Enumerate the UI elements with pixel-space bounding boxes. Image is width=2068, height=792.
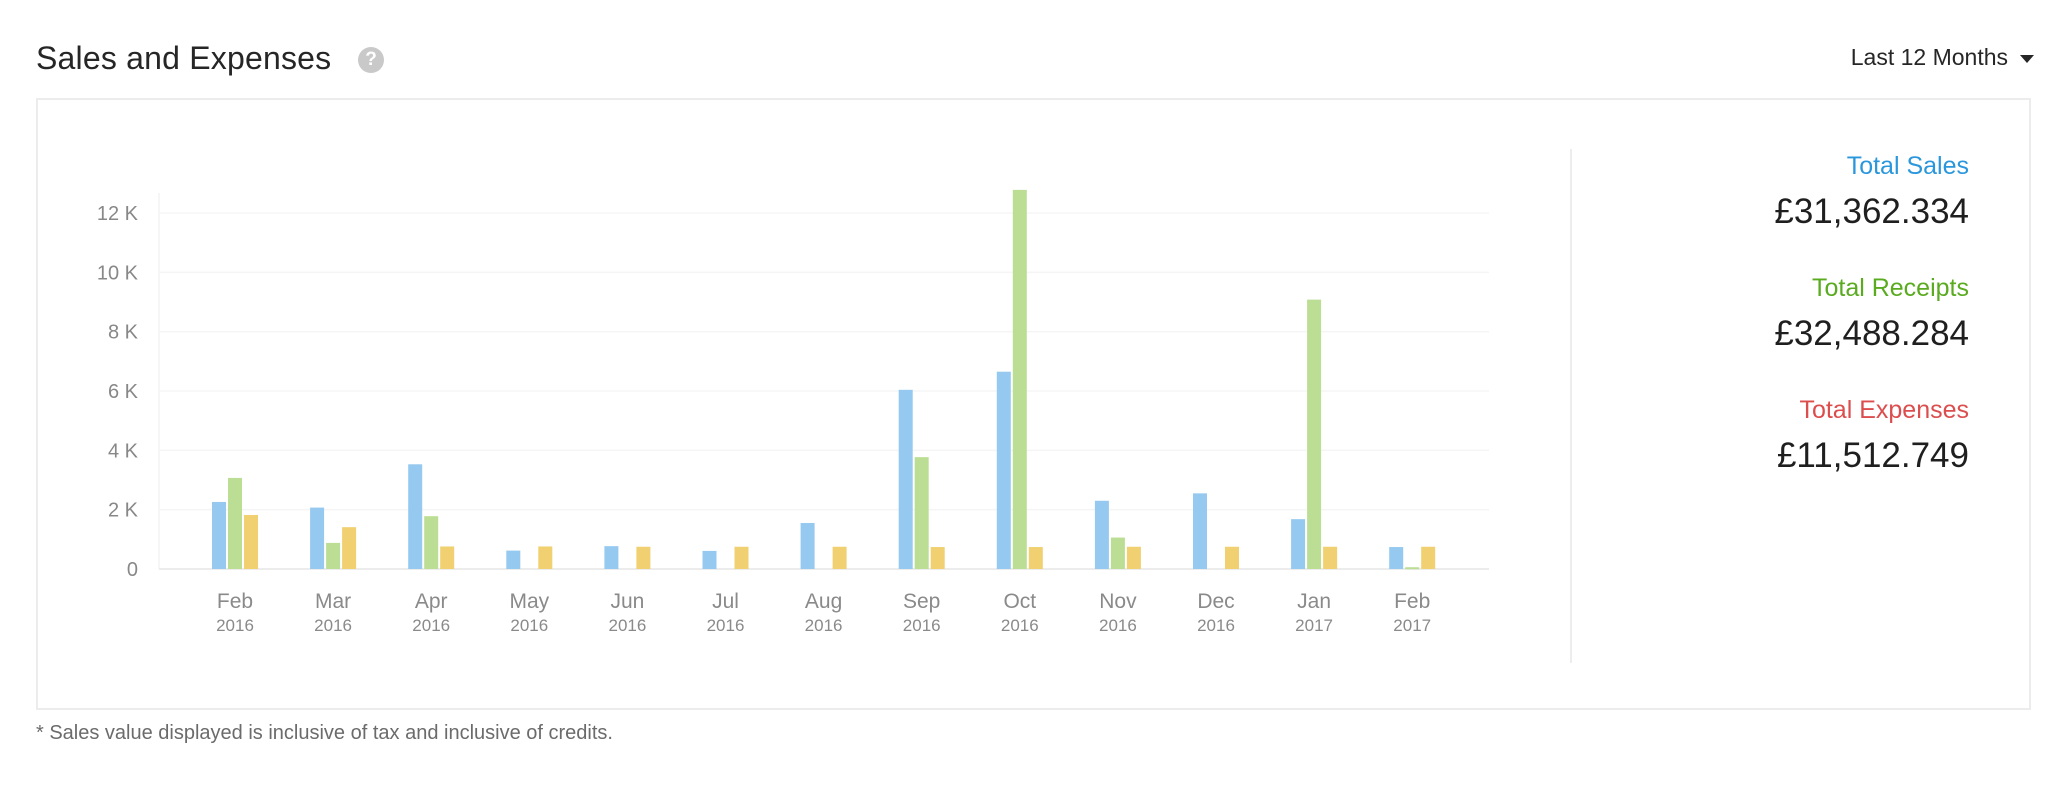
x-tick-year: 2016 <box>707 616 745 635</box>
bar-sales <box>212 501 226 569</box>
bar-receipts <box>424 516 439 569</box>
bar-receipts <box>1110 537 1125 569</box>
x-tick-month: Feb <box>217 590 253 613</box>
x-tick-month: Jun <box>610 590 644 613</box>
bar-expenses <box>440 546 455 569</box>
x-tick-month: Jan <box>1297 590 1331 613</box>
bar-expenses <box>244 515 258 569</box>
x-tick-year: 2016 <box>412 616 450 635</box>
total-expenses-label: Total Expenses <box>1799 396 1969 424</box>
x-tick-year: 2016 <box>510 616 548 635</box>
x-tick-month: Oct <box>1003 590 1036 613</box>
x-tick-year: 2016 <box>216 616 254 635</box>
bar-sales <box>898 389 913 569</box>
bar-expenses <box>1028 547 1043 569</box>
y-tick-label: 12 K <box>97 203 139 225</box>
total-sales-label: Total Sales <box>1846 152 1969 180</box>
caret-down-icon <box>2020 55 2034 63</box>
total-receipts-value: £32,488.284 <box>1774 314 1969 353</box>
x-tick-year: 2016 <box>314 616 352 635</box>
bar-expenses <box>1421 546 1436 569</box>
bar-sales <box>800 523 815 569</box>
total-expenses-value: £11,512.749 <box>1776 436 1969 475</box>
bar-sales <box>702 550 717 569</box>
bar-receipts <box>1307 299 1322 569</box>
bar-receipts <box>1012 189 1027 570</box>
x-tick-month: May <box>509 590 549 613</box>
footnote: * Sales value displayed is inclusive of … <box>36 722 613 744</box>
total-receipts: Total Receipts £32,488.284 <box>1774 272 1969 358</box>
x-tick-month: Sep <box>903 590 940 613</box>
x-tick-year: 2016 <box>608 616 646 635</box>
x-tick-year: 2017 <box>1393 616 1431 635</box>
y-tick-label: 0 <box>127 559 138 581</box>
total-receipts-label: Total Receipts <box>1811 274 1969 302</box>
bar-expenses <box>1323 546 1338 569</box>
date-range-dropdown[interactable]: Last 12 Months <box>1851 44 2034 71</box>
x-tick-year: 2016 <box>903 616 941 635</box>
bar-expenses <box>1126 546 1141 569</box>
bar-expenses <box>342 527 357 569</box>
total-sales: Total Sales £31,362.334 <box>1774 150 1969 236</box>
bar-receipts <box>1405 567 1420 570</box>
bar-expenses <box>1225 546 1239 569</box>
date-range-selected: Last 12 Months <box>1850 44 2008 70</box>
x-tick-year: 2016 <box>1197 616 1235 635</box>
bar-receipts <box>326 542 341 569</box>
x-tick-month: Feb <box>1394 590 1430 613</box>
x-tick-year: 2016 <box>805 616 843 635</box>
x-tick-month: Mar <box>315 590 351 613</box>
y-tick-label: 10 K <box>97 262 139 284</box>
y-tick-label: 6 K <box>108 381 139 403</box>
bar-sales <box>996 371 1011 569</box>
bar-sales <box>1094 500 1109 569</box>
bar-expenses <box>636 546 651 569</box>
y-tick-label: 8 K <box>108 322 139 344</box>
x-tick-month: Nov <box>1099 590 1137 613</box>
total-sales-value: £31,362.334 <box>1774 192 1969 231</box>
bar-sales <box>604 546 619 569</box>
bar-sales <box>408 464 423 569</box>
bar-receipts <box>914 457 929 569</box>
panel-divider <box>1570 149 1572 663</box>
bar-sales <box>1291 519 1306 569</box>
total-expenses: Total Expenses £11,512.749 <box>1774 394 1969 480</box>
bar-expenses <box>538 546 553 569</box>
x-tick-month: Aug <box>805 590 842 613</box>
sales-expenses-bar-chart: 0 2 K 4 K 6 K 8 K 10 K 12 K Feb 2016 Mar 2016 Apr 20… <box>97 189 1489 635</box>
totals-summary: Total Sales £31,362.334 Total Receipts £… <box>1774 150 1969 516</box>
bar-expenses <box>930 547 945 569</box>
bar-sales <box>310 507 325 569</box>
bar-expenses <box>832 546 847 569</box>
bar-sales <box>1389 547 1404 569</box>
bar-expenses <box>734 546 749 569</box>
x-tick-month: Apr <box>415 590 448 613</box>
bar-sales <box>506 550 521 569</box>
bar-sales <box>1193 493 1207 569</box>
y-tick-label: 2 K <box>108 500 139 522</box>
bar-receipts <box>228 477 242 569</box>
x-tick-month: Jul <box>712 590 739 613</box>
x-tick-year: 2017 <box>1295 616 1333 635</box>
y-tick-label: 4 K <box>108 440 139 462</box>
x-tick-year: 2016 <box>1001 616 1039 635</box>
x-tick-year: 2016 <box>1099 616 1137 635</box>
x-tick-month: Dec <box>1197 590 1234 613</box>
